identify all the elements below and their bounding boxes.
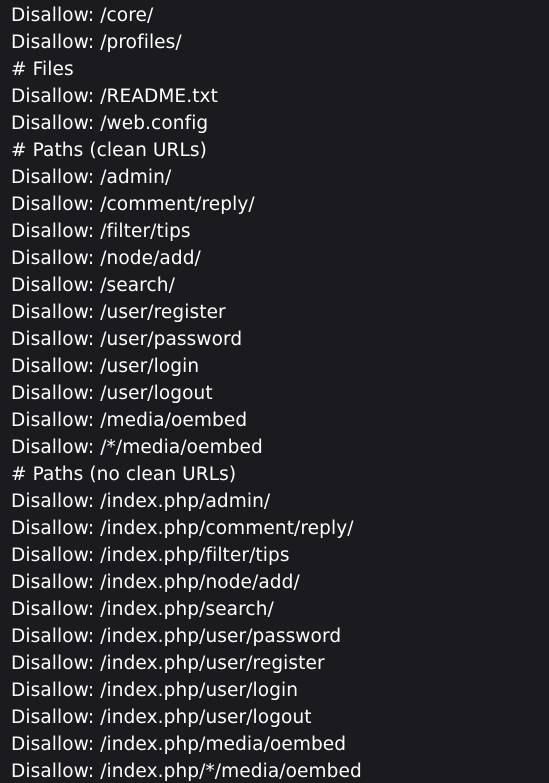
text-viewer: Disallow: /core/ Disallow: /profiles/ # … (0, 0, 549, 783)
comment-line: # Paths (clean URLs) (11, 140, 207, 161)
text-line: Disallow: /filter/tips (11, 221, 191, 242)
text-line: Disallow: /media/oembed (11, 410, 248, 431)
text-line: Disallow: /user/password (11, 329, 243, 350)
text-line: Disallow: /comment/reply/ (11, 194, 255, 215)
text-line: Disallow: /*/media/oembed (11, 437, 263, 458)
text-line: Disallow: /user/logout (11, 383, 213, 404)
text-line: Disallow: /core/ (11, 5, 154, 26)
text-line: Disallow: /user/login (11, 356, 200, 377)
text-line: Disallow: /index.php/comment/reply/ (11, 518, 354, 539)
robots-txt-content: Disallow: /core/ Disallow: /profiles/ # … (11, 2, 362, 783)
text-line: Disallow: /node/add/ (11, 248, 201, 269)
text-line: Disallow: /user/register (11, 302, 226, 323)
text-line: Disallow: /index.php/node/add/ (11, 572, 300, 593)
text-line: Disallow: /index.php/filter/tips (11, 545, 290, 566)
text-line: Disallow: /index.php/*/media/oembed (11, 761, 362, 782)
text-line: Disallow: /search/ (11, 275, 175, 296)
comment-line: # Files (11, 59, 74, 80)
text-line: Disallow: /index.php/user/password (11, 626, 342, 647)
text-line: Disallow: /README.txt (11, 86, 218, 107)
text-line: Disallow: /index.php/media/oembed (11, 734, 347, 755)
text-line: Disallow: /web.config (11, 113, 209, 134)
text-line: Disallow: /index.php/admin/ (11, 491, 271, 512)
text-line: Disallow: /index.php/search/ (11, 599, 274, 620)
comment-line: # Paths (no clean URLs) (11, 464, 237, 485)
text-line: Disallow: /index.php/user/register (11, 653, 325, 674)
text-line: Disallow: /admin/ (11, 167, 172, 188)
text-line: Disallow: /profiles/ (11, 32, 182, 53)
text-line: Disallow: /index.php/user/logout (11, 707, 312, 728)
text-line: Disallow: /index.php/user/login (11, 680, 299, 701)
